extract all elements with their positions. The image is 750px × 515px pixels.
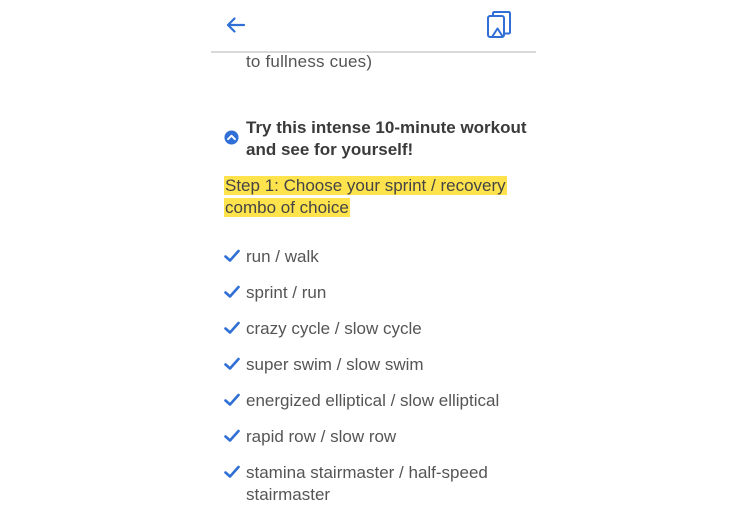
checkmark-icon [224,357,240,370]
combo-list: run / walk sprint / run crazy cycle / sl… [224,246,534,515]
list-item-label: super swim / slow swim [246,355,424,374]
checkmark-icon [224,393,240,406]
list-item: crazy cycle / slow cycle [224,318,534,340]
list-item: energized elliptical / slow elliptical [224,390,534,412]
list-item-label: stamina stairmaster / half-speed stairma… [246,463,488,504]
checkmark-icon [224,429,240,442]
list-item: rapid row / slow row [224,426,534,448]
list-item-label: run / walk [246,247,319,266]
step-instruction: Step 1: Choose your sprint / recovery co… [224,175,524,219]
checkmark-icon [224,285,240,298]
app-screen: to fullness cues) Try this intense 10-mi… [0,0,750,515]
cut-off-text: to fullness cues) [246,52,373,71]
article-content: to fullness cues) Try this intense 10-mi… [0,0,750,515]
list-item-label: energized elliptical / slow elliptical [246,391,500,410]
arrow-left-icon[interactable] [223,12,249,38]
list-item: stamina stairmaster / half-speed stairma… [224,462,534,506]
section-title: Try this intense 10-minute workout and s… [246,118,527,159]
list-item-label: sprint / run [246,283,327,302]
list-item-label: rapid row / slow row [246,427,397,446]
checkmark-icon [224,321,240,334]
step-highlight: Step 1: Choose your sprint / recovery co… [224,176,507,217]
list-item: sprint / run [224,282,534,304]
top-app-bar [211,0,536,53]
bookmark-book-icon[interactable] [485,10,513,40]
list-item-label: crazy cycle / slow cycle [246,319,422,338]
checkmark-icon [224,249,240,262]
chevron-up-circle-icon[interactable] [224,130,239,145]
list-item: run / walk [224,246,534,268]
checkmark-icon [224,465,240,478]
list-item: super swim / slow swim [224,354,534,376]
